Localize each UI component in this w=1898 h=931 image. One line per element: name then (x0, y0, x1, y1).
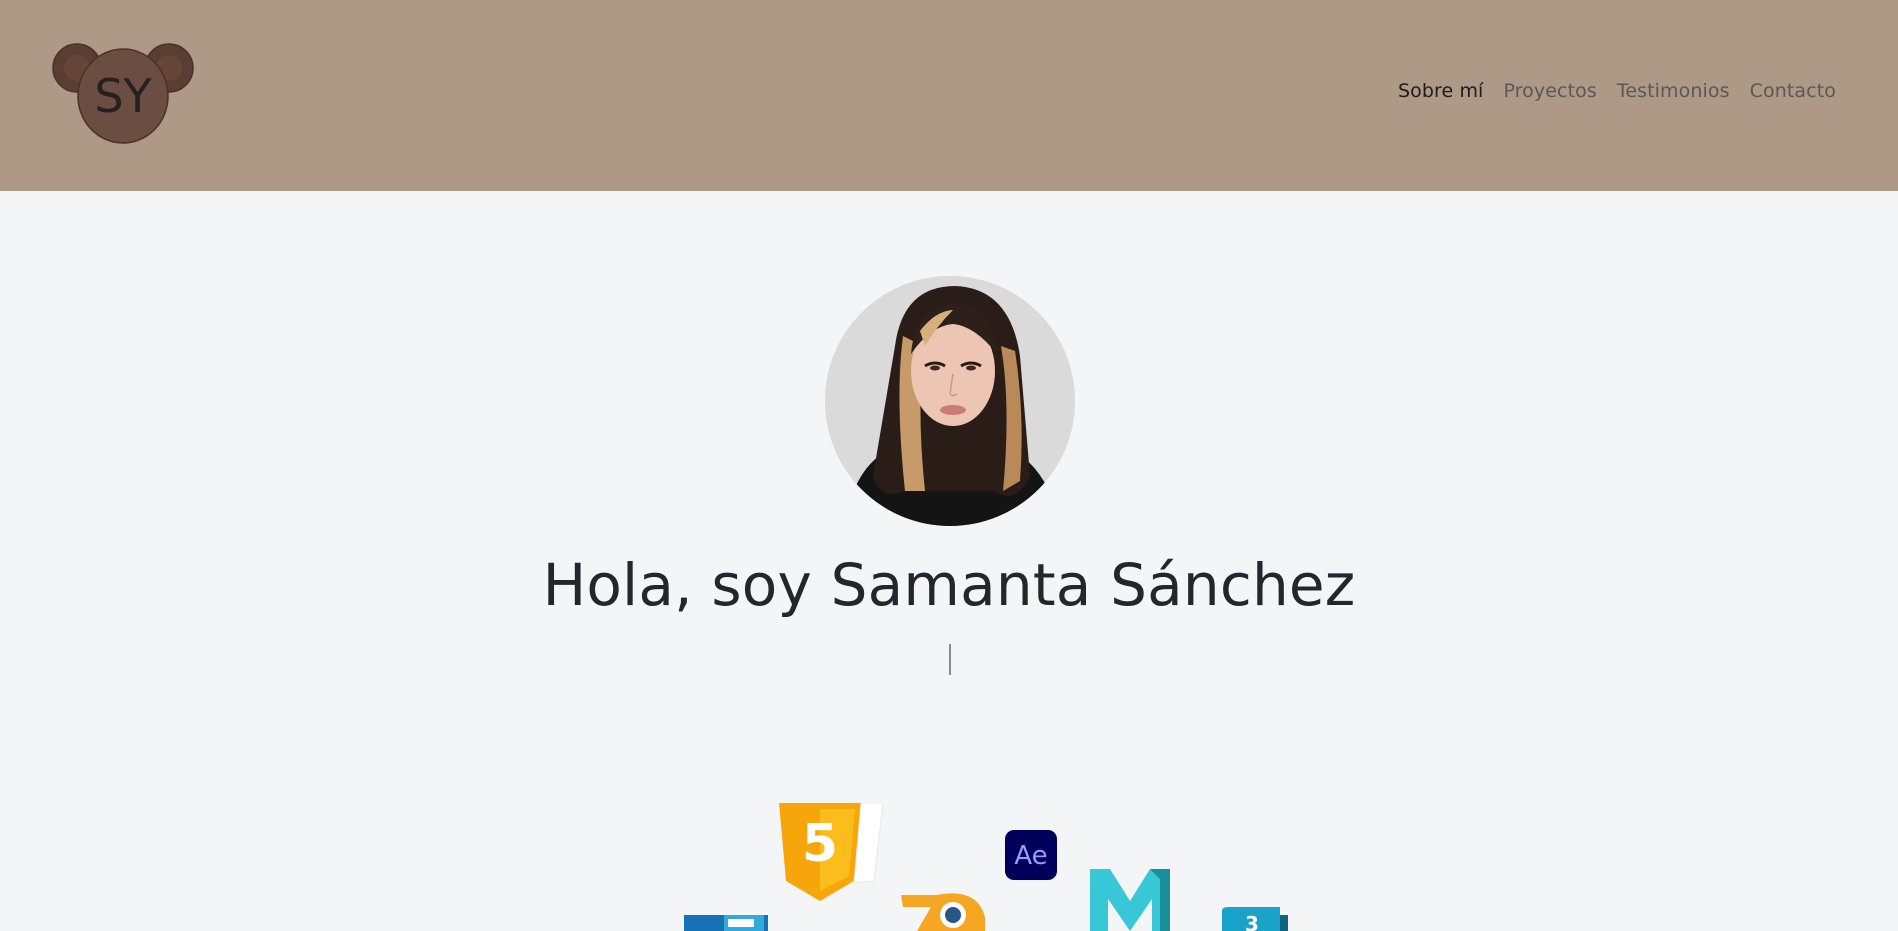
profile-photo (825, 276, 1075, 526)
nav-link-contacto[interactable]: Contacto (1750, 80, 1836, 102)
svg-text:3: 3 (1245, 912, 1259, 931)
profile-avatar (825, 276, 1075, 526)
blender-icon (897, 877, 987, 931)
logo[interactable]: SY (52, 40, 194, 148)
html5-icon: 5 (777, 803, 883, 901)
typing-line (0, 637, 1898, 677)
nav-link-testimonios[interactable]: Testimonios (1617, 80, 1730, 102)
typing-caret (949, 644, 951, 675)
main-nav: Sobre mí Proyectos Testimonios Contacto (1398, 80, 1836, 102)
svg-text:5: 5 (802, 814, 838, 874)
hero-title: Hola, soy Samanta Sánchez (542, 551, 1356, 619)
site-header: SY Sobre mí Proyectos Testimonios Contac… (0, 0, 1898, 191)
nav-link-proyectos[interactable]: Proyectos (1503, 80, 1596, 102)
svg-text:M: M (1090, 869, 1091, 870)
hero-section: Hola, soy Samanta Sánchez 5 Ae M 3 (0, 191, 1898, 931)
3ds-max-icon: 3 (1218, 907, 1288, 931)
maya-icon: M (1090, 869, 1170, 931)
after-effects-icon: Ae (1005, 830, 1057, 880)
svg-text:Ae: Ae (1014, 841, 1047, 871)
koala-logo-icon: SY (52, 43, 194, 144)
svg-text:SY: SY (94, 69, 152, 123)
nav-link-sobre-mi[interactable]: Sobre mí (1398, 80, 1483, 102)
css3-icon (684, 915, 768, 931)
